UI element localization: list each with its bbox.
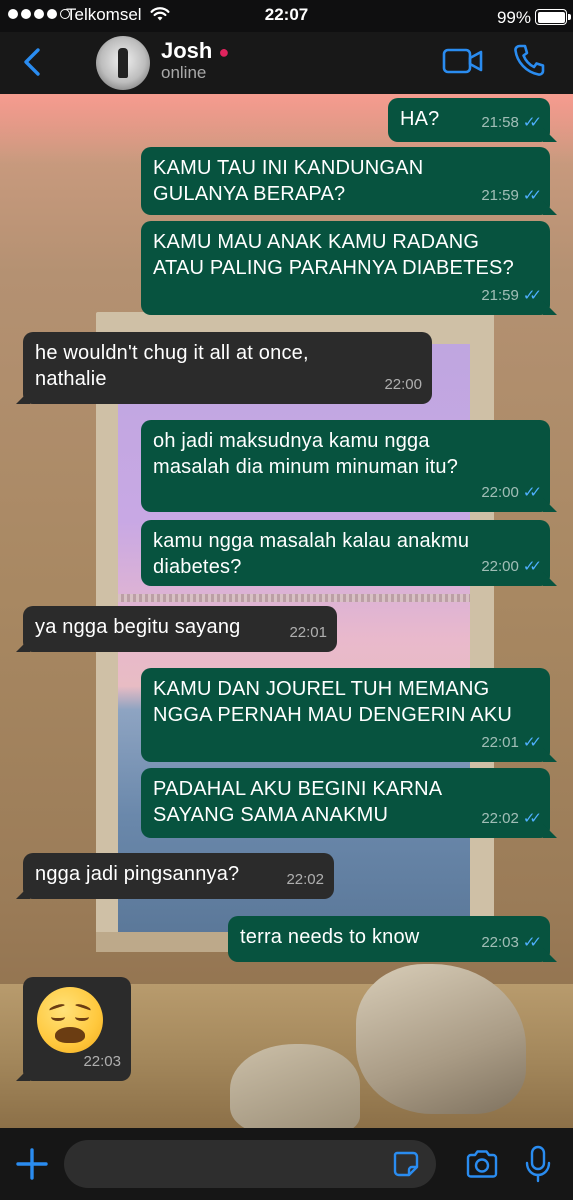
message-time: 22:00 <box>481 558 519 575</box>
message-bubble-outgoing[interactable]: KAMU DAN JOUREL TUH MEMANG NGGA PERNAH M… <box>141 668 550 762</box>
message-text: KAMU DAN JOUREL TUH MEMANG NGGA PERNAH M… <box>153 678 512 726</box>
message-meta: 22:02 <box>286 867 324 893</box>
message-text: oh jadi maksudnya kamu ngga masalah dia … <box>153 430 459 478</box>
message-text: KAMU MAU ANAK KAMU RADANG ATAU PALING PA… <box>153 231 514 279</box>
message-time: 22:03 <box>83 1053 121 1070</box>
message-time: 22:02 <box>481 810 519 827</box>
weary-face-emoji-icon <box>37 987 103 1053</box>
message-time: 22:00 <box>384 376 422 393</box>
read-ticks-icon: ✓✓ <box>522 934 542 951</box>
microphone-icon[interactable] <box>524 1144 552 1184</box>
camera-icon[interactable] <box>465 1148 499 1180</box>
battery-percentage: 99% <box>496 8 531 27</box>
message-bubble-outgoing[interactable]: KAMU MAU ANAK KAMU RADANG ATAU PALING PA… <box>141 221 550 315</box>
contact-status: online <box>161 63 207 82</box>
read-ticks-icon: ✓✓ <box>522 287 542 304</box>
composer-bar <box>0 1128 573 1200</box>
message-bubble-incoming[interactable]: ya ngga begitu sayang 22:01 <box>23 606 337 652</box>
message-time: 21:59 <box>481 187 519 204</box>
message-meta: 22:02 ✓✓ <box>481 806 542 832</box>
message-time: 22:03 <box>481 934 519 951</box>
message-bubble-outgoing[interactable]: HA? 21:58 ✓✓ <box>388 98 550 142</box>
back-chevron-icon[interactable] <box>18 44 48 80</box>
battery-icon <box>535 9 571 25</box>
message-bubble-outgoing[interactable]: PADAHAL AKU BEGINI KARNA SAYANG SAMA ANA… <box>141 768 550 838</box>
message-bubble-outgoing[interactable]: oh jadi maksudnya kamu ngga masalah dia … <box>141 420 550 512</box>
message-meta: 22:00 ✓✓ <box>481 480 542 506</box>
message-bubble-outgoing[interactable]: KAMU TAU INI KANDUNGAN GULANYA BERAPA? 2… <box>141 147 550 215</box>
message-meta: 21:59 ✓✓ <box>481 183 542 209</box>
contact-avatar[interactable] <box>96 36 150 90</box>
message-meta: 22:01 <box>289 620 327 646</box>
status-time: 22:07 <box>264 5 309 24</box>
message-text: ngga jadi pingsannya? <box>35 863 240 885</box>
message-input[interactable] <box>64 1140 436 1188</box>
read-ticks-icon: ✓✓ <box>522 734 542 751</box>
message-time: 21:58 <box>481 114 519 131</box>
message-meta: 22:03 ✓✓ <box>481 930 542 956</box>
message-bubble-outgoing[interactable]: kamu ngga masalah kalau anakmu diabetes?… <box>141 520 550 586</box>
message-bubble-outgoing[interactable]: terra needs to know 22:03 ✓✓ <box>228 916 550 962</box>
message-meta: 22:00 <box>384 372 422 398</box>
read-ticks-icon: ✓✓ <box>522 484 542 501</box>
message-bubble-incoming[interactable]: he wouldn't chug it all at once, nathali… <box>23 332 432 404</box>
message-text: kamu ngga masalah kalau anakmu diabetes? <box>153 530 470 578</box>
read-ticks-icon: ✓✓ <box>522 114 542 131</box>
message-time: 22:00 <box>481 484 519 501</box>
message-meta: 22:01 ✓✓ <box>481 730 542 756</box>
status-bar: Telkomsel 22:07 99% <box>0 0 573 32</box>
message-text: ya ngga begitu sayang <box>35 616 241 638</box>
contact-name-text: Josh <box>161 38 213 63</box>
contact-name[interactable]: Josh ● <box>161 38 229 64</box>
plus-icon[interactable] <box>14 1146 50 1182</box>
message-time: 22:02 <box>286 871 324 888</box>
read-ticks-icon: ✓✓ <box>522 558 542 575</box>
message-meta: 22:00 ✓✓ <box>481 554 542 580</box>
chat-header: Josh ● online <box>0 32 573 94</box>
message-meta: 21:59 ✓✓ <box>481 283 542 309</box>
message-time: 22:01 <box>289 624 327 641</box>
message-meta: 22:03 <box>83 1049 121 1075</box>
sticker-icon[interactable] <box>392 1150 420 1178</box>
lips-emoji-icon: ● <box>218 42 230 62</box>
video-call-icon[interactable] <box>442 46 484 76</box>
message-meta: 21:58 ✓✓ <box>481 110 542 136</box>
message-bubble-incoming-emoji[interactable]: 22:03 <box>23 977 131 1081</box>
message-list[interactable]: HA? 21:58 ✓✓ KAMU TAU INI KANDUNGAN GULA… <box>0 94 573 1128</box>
read-ticks-icon: ✓✓ <box>522 810 542 827</box>
read-ticks-icon: ✓✓ <box>522 187 542 204</box>
message-text: KAMU TAU INI KANDUNGAN GULANYA BERAPA? <box>153 157 424 205</box>
message-text: PADAHAL AKU BEGINI KARNA SAYANG SAMA ANA… <box>153 778 443 826</box>
message-time: 21:59 <box>481 287 519 304</box>
message-bubble-incoming[interactable]: ngga jadi pingsannya? 22:02 <box>23 853 334 899</box>
phone-icon[interactable] <box>512 42 546 78</box>
message-time: 22:01 <box>481 734 519 751</box>
message-text: he wouldn't chug it all at once, nathali… <box>35 342 309 390</box>
avatar-person-silhouette <box>118 48 128 78</box>
